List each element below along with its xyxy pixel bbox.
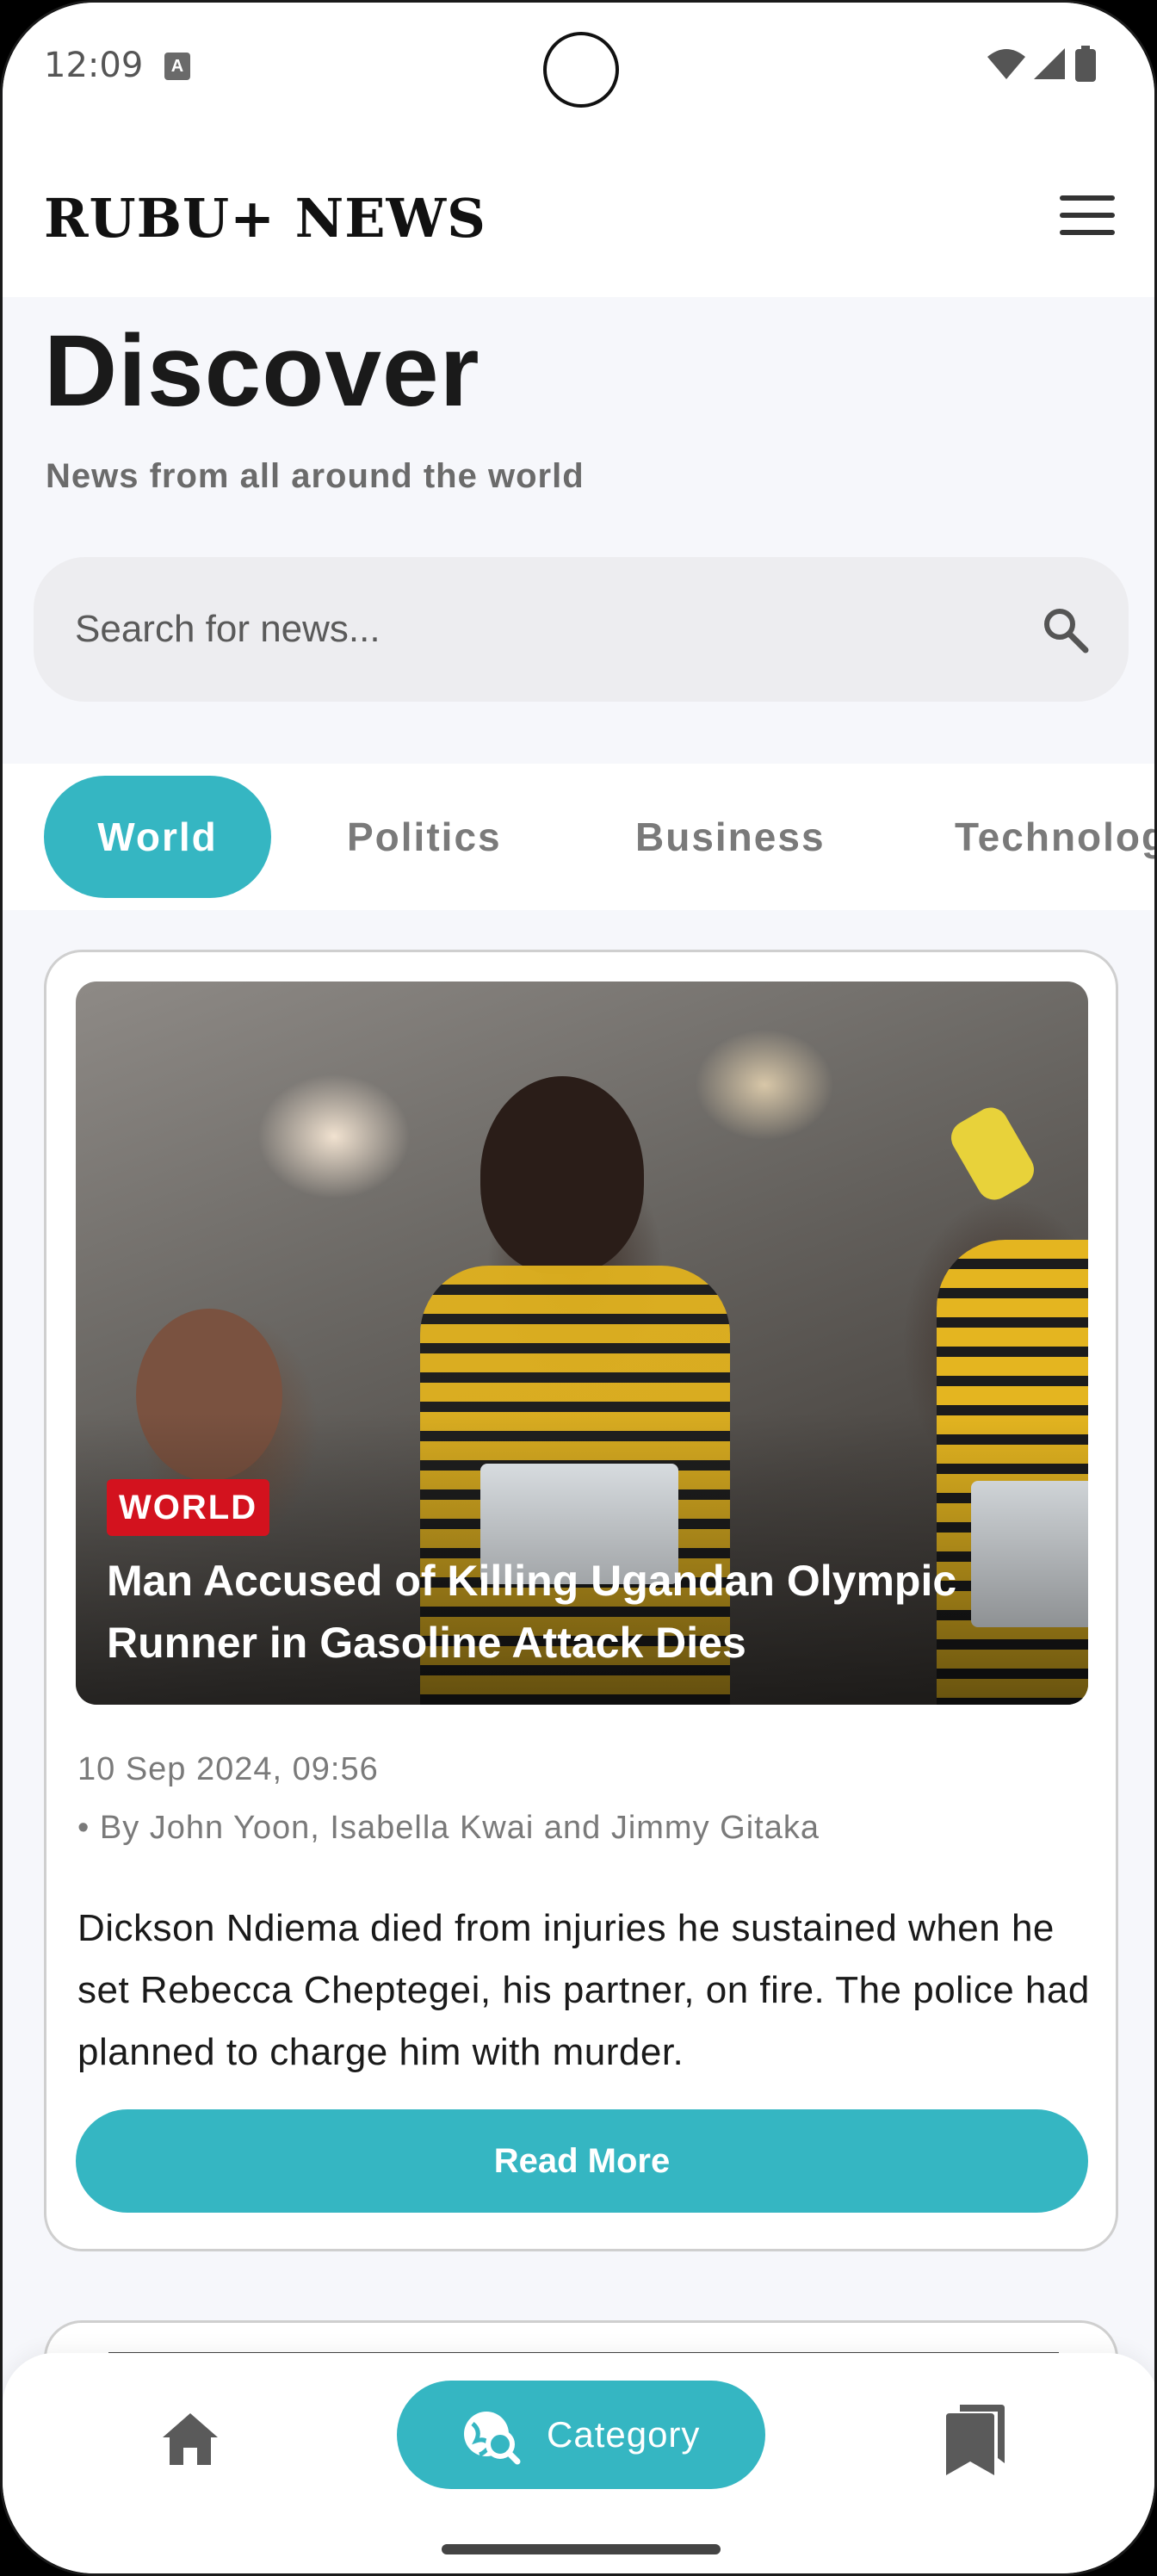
search-bar <box>34 557 1129 702</box>
category-tabs: World Politics Business Technology <box>3 764 1154 910</box>
page-title: Discover <box>44 314 480 428</box>
signal-icon <box>1034 48 1065 79</box>
article-card[interactable]: WORLD Man Accused of Killing Ugandan Oly… <box>44 950 1118 2251</box>
nav-category-button[interactable]: Category <box>397 2381 765 2489</box>
search-input[interactable] <box>75 557 1005 702</box>
gesture-home-bar[interactable] <box>442 2544 721 2554</box>
home-icon[interactable] <box>156 2405 225 2474</box>
article-image[interactable]: WORLD Man Accused of Killing Ugandan Oly… <box>76 981 1088 1705</box>
article-date: 10 Sep 2024, 09:56 <box>77 1751 379 1787</box>
app-header: RUBU+ NEWS <box>3 140 1154 297</box>
battery-icon <box>1075 46 1096 82</box>
category-icon <box>464 2412 521 2465</box>
nav-category-label: Category <box>547 2414 701 2455</box>
article-headline[interactable]: Man Accused of Killing Ugandan Olympic R… <box>107 1550 1071 1674</box>
status-bar: 12:09 A <box>3 3 1154 140</box>
tab-politics[interactable]: Politics <box>347 776 502 898</box>
status-icons <box>987 46 1096 82</box>
front-camera <box>543 32 619 108</box>
status-time: 12:09 <box>44 46 144 85</box>
article-summary: Dickson Ndiema died from injuries he sus… <box>77 1907 1090 2073</box>
tab-business[interactable]: Business <box>635 776 826 898</box>
wifi-icon <box>987 49 1025 79</box>
bookmarks-icon[interactable] <box>941 2401 1010 2479</box>
read-more-button[interactable]: Read More <box>76 2109 1088 2213</box>
category-badge: WORLD <box>107 1479 270 1536</box>
sim-icon: A <box>164 53 190 80</box>
bottom-navigation: Category <box>3 2353 1154 2573</box>
tab-technology[interactable]: Technology <box>955 776 1154 898</box>
page-subtitle: News from all around the world <box>46 457 585 495</box>
phone-screen: 12:09 A RUBU+ NEWS Discover News from al… <box>0 0 1157 2576</box>
search-icon[interactable] <box>1039 604 1091 655</box>
article-author: • By John Yoon, Isabella Kwai and Jimmy … <box>77 1810 820 1846</box>
tab-world[interactable]: World <box>44 776 271 898</box>
menu-icon[interactable] <box>1060 195 1115 238</box>
brand-logo: RUBU+ NEWS <box>44 187 486 250</box>
